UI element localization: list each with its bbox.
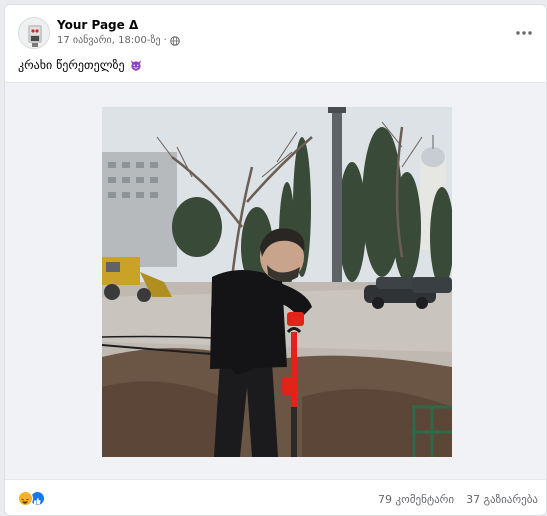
more-options-button[interactable] — [510, 21, 538, 45]
engagement-counts: 79 კომენტარი 37 გაზიარება — [378, 493, 538, 506]
haha-emoji — [18, 491, 33, 506]
page-avatar[interactable] — [18, 17, 50, 49]
post-card: Your Page Δ 17 იანვარი, 18:00-ზე · კრახი… — [4, 4, 547, 516]
post-photo[interactable] — [102, 107, 452, 457]
caption-text: კრახი წერეთელზე — [18, 58, 125, 72]
comments-count-link[interactable]: 79 კომენტარი — [378, 493, 454, 506]
globe-icon — [169, 35, 180, 46]
reaction-summary[interactable] — [18, 491, 50, 507]
post-meta: 17 იანვარი, 18:00-ზე · — [57, 35, 180, 46]
post-timestamp[interactable]: 17 იანვარი, 18:00-ზე — [57, 35, 161, 46]
post-header: Your Page Δ 17 იანვარი, 18:00-ზე · — [18, 17, 538, 53]
ellipsis-icon — [516, 31, 532, 35]
meta-separator: · — [163, 35, 167, 46]
shares-count-link[interactable]: 37 გაზიარება — [466, 493, 538, 506]
devil-face-emoji — [130, 59, 142, 71]
page-name-link[interactable]: Your Page Δ — [57, 18, 138, 32]
post-caption: კრახი წერეთელზე — [18, 58, 142, 72]
post-footer: 79 კომენტარი 37 გაზიარება — [5, 481, 546, 515]
post-media[interactable] — [5, 82, 546, 480]
